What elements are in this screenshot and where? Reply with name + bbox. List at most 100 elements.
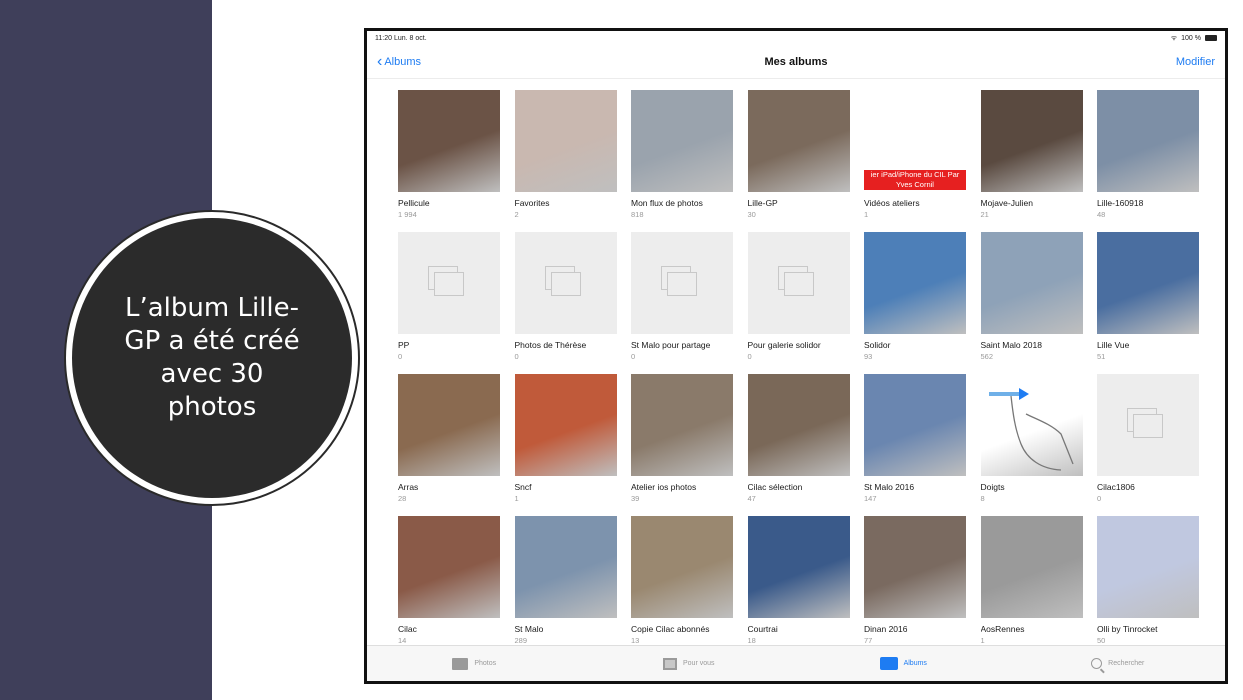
album-thumbnail bbox=[398, 232, 500, 334]
album-count: 1 bbox=[980, 636, 985, 645]
album-count: 289 bbox=[514, 636, 528, 645]
album-item[interactable]: Cilac1806 0 bbox=[1097, 374, 1199, 508]
album-item[interactable]: Doigts 8 bbox=[980, 374, 1083, 508]
album-item[interactable]: Olli by Tinrocket 50 bbox=[1097, 516, 1199, 650]
back-button[interactable]: ‹ Albums bbox=[377, 52, 422, 70]
album-count: 14 bbox=[398, 636, 407, 645]
album-name: Pellicule bbox=[398, 198, 430, 208]
tab-bar: Photos Pour vous Albums Rechercher bbox=[367, 645, 1225, 681]
album-item[interactable]: Mon flux de photos 818 bbox=[631, 90, 733, 224]
edit-button[interactable]: Modifier bbox=[1176, 56, 1215, 68]
empty-album-icon bbox=[777, 266, 816, 296]
album-item[interactable]: Courtrai 18 bbox=[747, 516, 850, 650]
album-thumbnail bbox=[631, 232, 733, 334]
album-count: 562 bbox=[980, 352, 994, 361]
album-item[interactable]: Pellicule 1 994 bbox=[398, 90, 500, 224]
album-item[interactable]: AosRennes 1 bbox=[980, 516, 1083, 650]
video-title-banner: ier iPad/iPhone du CIL Par Yves Cornil bbox=[864, 170, 966, 190]
album-item[interactable]: Lille-160918 48 bbox=[1097, 90, 1199, 224]
status-bar: 11:20 Lun. 8 oct. ᯤ 100 % bbox=[367, 31, 1225, 45]
album-item[interactable]: Lille Vue 51 bbox=[1097, 232, 1199, 366]
album-thumbnail bbox=[398, 90, 500, 192]
album-item[interactable]: Dinan 2016 77 bbox=[864, 516, 966, 650]
back-label: Albums bbox=[384, 55, 422, 68]
album-item[interactable]: Favorites 2 bbox=[514, 90, 617, 224]
album-count: 1 bbox=[864, 210, 869, 219]
for-you-icon bbox=[662, 657, 677, 670]
chevron-left-icon: ‹ bbox=[377, 52, 383, 70]
album-count: 18 bbox=[747, 636, 756, 645]
tab-search[interactable]: Rechercher bbox=[1011, 646, 1226, 681]
album-name: Copie Cilac abonnés bbox=[631, 624, 710, 634]
album-item[interactable]: Arras 28 bbox=[398, 374, 500, 508]
album-thumbnail bbox=[864, 374, 966, 476]
album-count: 13 bbox=[631, 636, 640, 645]
album-thumbnail bbox=[864, 516, 966, 618]
album-name: PP bbox=[398, 340, 410, 350]
album-name: Arras bbox=[398, 482, 419, 492]
album-item[interactable]: Cilac sélection 47 bbox=[747, 374, 850, 508]
album-item[interactable]: Lille-GP 30 bbox=[747, 90, 850, 224]
presentation-slide: L’album Lille-GP a été créé avec 30 phot… bbox=[0, 0, 1243, 700]
tab-photos[interactable]: Photos bbox=[367, 646, 582, 681]
album-item[interactable]: ier iPad/iPhone du CIL Par Yves Cornil Vi… bbox=[864, 90, 966, 224]
album-thumbnail bbox=[980, 232, 1083, 334]
album-thumbnail bbox=[980, 374, 1083, 476]
album-count: 39 bbox=[631, 494, 640, 503]
album-name: Mon flux de photos bbox=[631, 198, 703, 208]
album-name: Favorites bbox=[514, 198, 550, 208]
album-thumbnail bbox=[398, 516, 500, 618]
album-item[interactable]: Sncf 1 bbox=[514, 374, 617, 508]
album-thumbnail bbox=[980, 90, 1083, 192]
tab-label: Rechercher bbox=[1108, 660, 1145, 667]
album-thumbnail bbox=[747, 374, 850, 476]
album-name: St Malo bbox=[514, 624, 544, 634]
navigation-bar: ‹ Albums Mes albums Modifier bbox=[367, 45, 1225, 79]
album-count: 0 bbox=[398, 352, 403, 361]
battery-icon bbox=[1205, 35, 1217, 41]
album-count: 1 bbox=[514, 494, 519, 503]
album-name: Photos de Thérèse bbox=[514, 340, 587, 350]
album-item[interactable]: PP 0 bbox=[398, 232, 500, 366]
album-thumbnail bbox=[514, 90, 617, 192]
album-item[interactable]: Solidor 93 bbox=[864, 232, 966, 366]
empty-album-icon bbox=[544, 266, 583, 296]
album-thumbnail bbox=[631, 516, 733, 618]
album-thumbnail bbox=[747, 90, 850, 192]
tab-label: Photos bbox=[474, 660, 497, 667]
album-name: Lille-160918 bbox=[1097, 198, 1144, 208]
album-count: 0 bbox=[747, 352, 752, 361]
album-thumbnail bbox=[514, 516, 617, 618]
album-count: 2 bbox=[514, 210, 519, 219]
album-thumbnail bbox=[1097, 90, 1199, 192]
tab-albums[interactable]: Albums bbox=[796, 646, 1011, 681]
tab-for-you[interactable]: Pour vous bbox=[582, 646, 797, 681]
album-item[interactable]: Mojave-Julien 21 bbox=[980, 90, 1083, 224]
album-name: Cilac1806 bbox=[1097, 482, 1135, 492]
album-item[interactable]: St Malo 289 bbox=[514, 516, 617, 650]
album-name: Courtrai bbox=[747, 624, 778, 634]
album-count: 147 bbox=[864, 494, 877, 503]
album-item[interactable]: St Malo pour partage 0 bbox=[631, 232, 733, 366]
album-item[interactable]: Atelier ios photos 39 bbox=[631, 374, 733, 508]
album-item[interactable]: Photos de Thérèse 0 bbox=[514, 232, 617, 366]
album-thumbnail bbox=[631, 374, 733, 476]
album-count: 0 bbox=[1097, 494, 1102, 503]
album-count: 1 994 bbox=[398, 210, 417, 219]
album-item[interactable]: St Malo 2016 147 bbox=[864, 374, 966, 508]
album-item[interactable]: Pour galerie solidor 0 bbox=[747, 232, 850, 366]
album-name: AosRennes bbox=[980, 624, 1025, 634]
album-count: 8 bbox=[980, 494, 985, 503]
album-thumbnail bbox=[1097, 374, 1199, 476]
album-thumbnail: ier iPad/iPhone du CIL Par Yves Cornil bbox=[864, 90, 966, 192]
callout-text: L’album Lille-GP a été créé avec 30 phot… bbox=[124, 293, 300, 422]
album-thumbnail bbox=[980, 516, 1083, 618]
album-grid: Pellicule 1 994 Favorites 2 Mon flux de phot… bbox=[398, 90, 1199, 650]
callout-circle: L’album Lille-GP a été créé avec 30 phot… bbox=[72, 218, 352, 498]
album-item[interactable]: Saint Malo 2018 562 bbox=[980, 232, 1083, 366]
album-item[interactable]: Cilac 14 bbox=[398, 516, 500, 650]
album-name: Doigts bbox=[980, 482, 1005, 492]
photos-icon bbox=[452, 657, 469, 670]
album-name: Pour galerie solidor bbox=[747, 340, 821, 350]
album-item[interactable]: Copie Cilac abonnés 13 bbox=[631, 516, 733, 650]
